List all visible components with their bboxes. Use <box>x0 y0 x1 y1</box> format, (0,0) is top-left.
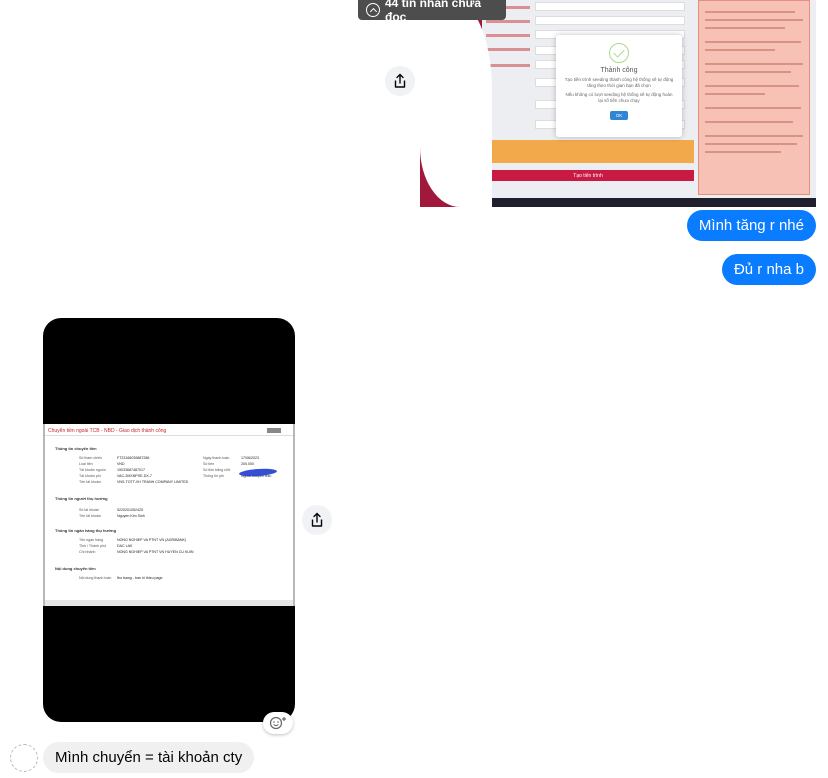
add-reaction-button[interactable] <box>263 712 293 734</box>
avatar[interactable] <box>10 744 38 772</box>
redaction-scribble <box>238 467 278 478</box>
whiteout-blob <box>420 0 492 207</box>
screenshot-info-panel <box>698 0 810 195</box>
share-icon <box>311 512 323 527</box>
receipt-header: Chuyển tiền ngoài TCB - NBD - Giao dịch … <box>45 426 293 436</box>
message-bubble-outgoing[interactable]: Đủ r nha b <box>721 254 816 285</box>
smiley-plus-icon <box>269 716 286 730</box>
receipt-document: Chuyển tiền ngoài TCB - NBD - Giao dịch … <box>43 424 295 606</box>
receipt-actions-icon <box>267 428 281 433</box>
share-icon <box>394 73 406 88</box>
screenshot-taskbar <box>482 198 816 207</box>
section-bank: Thông tin ngân hàng thụ hưởng <box>55 528 117 533</box>
unread-label: 44 tin nhắn chưa đọc <box>385 0 482 24</box>
section-transfer-info: Thông tin chuyển tiền <box>55 446 97 451</box>
chevron-up-icon <box>366 3 380 17</box>
modal-note: Nếu không có lượt seeding hệ thống sẽ tự… <box>565 92 673 103</box>
section-beneficiary: Thông tin người thụ hưởng <box>55 496 108 501</box>
success-modal: Thành công Tạo tiền trình seeding thành … <box>556 35 682 137</box>
modal-ok-button: OK <box>609 111 629 120</box>
screenshot-total-box <box>482 140 694 163</box>
share-button[interactable] <box>385 66 415 96</box>
modal-message: Tạo tiền trình seeding thành công hệ thố… <box>564 77 674 88</box>
modal-title: Thành công <box>600 67 638 74</box>
unread-messages-banner[interactable]: 44 tin nhắn chưa đọc <box>358 0 506 24</box>
screenshot-submit-button: Tạo tiến trình <box>482 170 694 181</box>
section-content: Nội dung chuyển tiền <box>55 566 96 571</box>
success-check-icon <box>609 43 629 63</box>
sent-screenshot-image[interactable]: Tạo tiến trình Thành công Tạo tiền trình… <box>420 0 816 207</box>
message-bubble-outgoing[interactable]: Mình tăng r nhé <box>686 210 816 241</box>
received-receipt-image[interactable]: Chuyển tiền ngoài TCB - NBD - Giao dịch … <box>43 318 295 722</box>
chat-thread: Tạo tiến trình Thành công Tạo tiền trình… <box>0 0 828 778</box>
message-bubble-incoming[interactable]: Mình chuyển = tài khoản cty <box>43 742 255 773</box>
share-button[interactable] <box>302 505 332 535</box>
